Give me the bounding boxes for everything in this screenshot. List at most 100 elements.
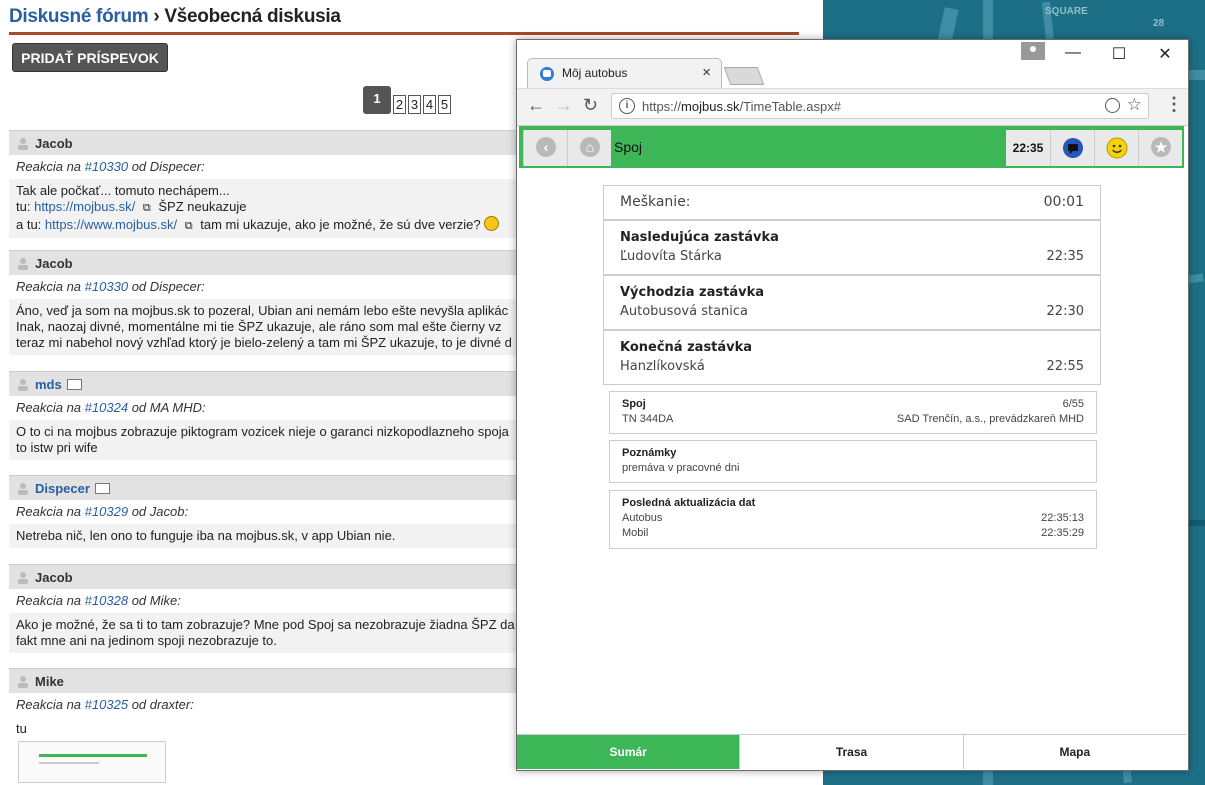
reply-prefix: Reakcia na xyxy=(16,279,82,294)
info-icon[interactable]: i xyxy=(619,98,635,114)
app-header: ‹ ⌂ Spoj 22:35 ★ xyxy=(519,126,1184,168)
origin-stop-time: 22:30 xyxy=(1046,304,1084,319)
connection-label: Spoj xyxy=(622,398,646,410)
user-icon xyxy=(18,378,28,391)
update-mobile-time: 22:35:29 xyxy=(1041,527,1084,539)
url-scheme: https:// xyxy=(642,99,682,114)
tab-route[interactable]: Trasa xyxy=(739,735,963,769)
breadcrumb-separator: › xyxy=(153,6,160,27)
url-text: https://mojbus.sk/TimeTable.aspx# xyxy=(642,99,841,114)
forward-button[interactable]: → xyxy=(555,95,573,116)
update-bus-label: Autobus xyxy=(622,512,663,524)
final-stop-name: Hanzlíkovská xyxy=(620,359,705,374)
reply-prefix: Reakcia na xyxy=(16,697,82,712)
origin-stop-label: Východzia zastávka xyxy=(620,285,765,300)
last-update-label: Posledná aktualizácia dat xyxy=(622,497,756,509)
delay-label: Meškanie: xyxy=(620,194,691,210)
page-link[interactable]: 5 xyxy=(438,95,451,114)
tab-map[interactable]: Mapa xyxy=(962,735,1186,769)
reply-suffix: od Dispecer: xyxy=(131,279,205,294)
reply-prefix: Reakcia na xyxy=(16,159,82,174)
reply-link[interactable]: #10330 xyxy=(85,159,128,174)
operator-name: SAD Trenčín, a.s., prevádzkareň MHD xyxy=(896,413,1084,425)
add-post-button[interactable]: PRIDAŤ PRÍSPEVOK xyxy=(12,43,168,72)
bookmark-star-icon[interactable]: ☆ xyxy=(1127,95,1142,115)
reload-button[interactable]: ↻ xyxy=(583,95,598,116)
reply-link[interactable]: #10330 xyxy=(85,279,128,294)
address-bar[interactable]: i https://mojbus.sk/TimeTable.aspx# ☆ xyxy=(611,93,1149,119)
connection-number: 6/55 xyxy=(1062,398,1084,410)
title-divider xyxy=(9,32,799,35)
address-toolbar: ← → ↻ i https://mojbus.sk/TimeTable.aspx… xyxy=(517,88,1188,126)
tab-close-button[interactable]: × xyxy=(702,64,711,81)
home-button[interactable]: ⌂ xyxy=(567,130,611,166)
next-stop-label: Nasledujúca zastávka xyxy=(620,230,779,245)
next-stop-card: Nasledujúca zastávka Ľudovíta Stárka 22:… xyxy=(603,220,1101,275)
chat-button[interactable] xyxy=(1050,130,1094,166)
notes-label: Poznámky xyxy=(622,447,677,459)
bottom-tab-bar: Sumár Trasa Mapa xyxy=(517,734,1186,769)
reply-suffix: od Jacob: xyxy=(131,504,189,519)
page-link[interactable]: 4 xyxy=(423,95,436,114)
attachment-thumbnail[interactable] xyxy=(18,741,166,783)
browser-tab[interactable]: Môj autobus × xyxy=(527,58,722,88)
reply-link[interactable]: #10325 xyxy=(85,697,128,712)
app-title: Spoj xyxy=(614,139,643,155)
back-button[interactable]: ‹ xyxy=(523,130,567,166)
minimize-button[interactable]: — xyxy=(1051,44,1095,62)
clock: 22:35 xyxy=(1006,130,1050,166)
browser-menu-icon[interactable]: ⋮ xyxy=(1165,94,1183,115)
maximize-button[interactable]: ☐ xyxy=(1097,44,1141,64)
reply-link[interactable]: #10324 xyxy=(85,400,128,415)
reply-prefix: Reakcia na xyxy=(16,400,82,415)
url-path: /TimeTable.aspx# xyxy=(739,99,841,114)
update-mobile-label: Mobil xyxy=(622,527,649,539)
user-icon xyxy=(18,257,28,270)
reply-link[interactable]: #10328 xyxy=(85,593,128,608)
smiley-icon xyxy=(1106,137,1128,159)
user-icon xyxy=(18,675,28,688)
reply-prefix: Reakcia na xyxy=(16,593,82,608)
post-author: Mike xyxy=(35,673,64,689)
profile-icon[interactable] xyxy=(1021,42,1045,60)
reply-prefix: Reakcia na xyxy=(16,504,82,519)
breadcrumb-forum-link[interactable]: Diskusné fórum xyxy=(9,6,149,27)
pagination: 1 2 3 4 5 xyxy=(363,86,451,114)
favorite-button[interactable]: ★ xyxy=(1138,130,1182,166)
last-update-card: Posledná aktualizácia dat Autobus 22:35:1… xyxy=(609,490,1097,549)
post-author[interactable]: mds xyxy=(35,377,62,392)
external-link-icon: ⧉ xyxy=(142,202,151,214)
reply-link[interactable]: #10329 xyxy=(85,504,128,519)
mail-icon[interactable] xyxy=(94,482,110,494)
connection-card: Spoj 6/55 TN 344DA SAD Trenčín, a.s., prev… xyxy=(609,391,1097,434)
page-link[interactable]: 3 xyxy=(408,95,421,114)
browser-window: Môj autobus × — ☐ ✕ ← → ↻ i https://mojb… xyxy=(516,39,1189,771)
next-stop-time: 22:35 xyxy=(1046,249,1084,264)
user-icon xyxy=(18,571,28,584)
post-author[interactable]: Dispecer xyxy=(35,481,90,496)
location-blocked-icon[interactable] xyxy=(1105,98,1120,113)
feedback-button[interactable] xyxy=(1094,130,1138,166)
back-button[interactable]: ← xyxy=(527,95,545,116)
connection-line: TN 344DA xyxy=(622,413,674,425)
reply-suffix: od draxter: xyxy=(131,697,194,712)
post-link[interactable]: https://www.mojbus.sk/ xyxy=(45,217,177,232)
external-link-icon: ⧉ xyxy=(184,220,193,232)
new-tab-button[interactable] xyxy=(723,67,765,85)
page-title: Diskusné fórum › Všeobecná diskusia xyxy=(9,6,341,28)
final-stop-time: 22:55 xyxy=(1046,359,1084,374)
back-arrow-icon: ‹ xyxy=(536,137,556,157)
tab-summary[interactable]: Sumár xyxy=(517,735,740,769)
post-author: Jacob xyxy=(35,135,73,151)
page-link[interactable]: 2 xyxy=(393,95,406,114)
mail-icon[interactable] xyxy=(66,378,82,390)
post-text: tu: xyxy=(16,199,31,214)
update-bus-time: 22:35:13 xyxy=(1041,512,1084,524)
bus-icon xyxy=(540,67,554,81)
notes-card: Poznámky premáva v pracovné dni xyxy=(609,440,1097,483)
post-link[interactable]: https://mojbus.sk/ xyxy=(34,199,135,214)
close-window-button[interactable]: ✕ xyxy=(1143,44,1187,64)
reply-suffix: od Mike: xyxy=(131,593,181,608)
chat-icon xyxy=(1063,138,1083,158)
final-stop-card: Konečná zastávka Hanzlíkovská 22:55 xyxy=(603,330,1101,385)
